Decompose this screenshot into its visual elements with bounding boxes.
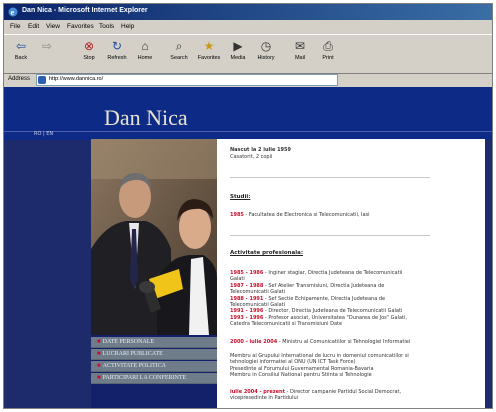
bullet-icon: ■ [97, 351, 101, 357]
current-text: - Director campanie Partidul Social Demo… [285, 389, 402, 395]
bullet-icon: ■ [97, 375, 101, 381]
address-value: http://www.dannica.ro/ [49, 76, 104, 82]
divider [230, 177, 430, 178]
mail-icon: ✉ [294, 39, 306, 53]
back-label: Back [14, 55, 28, 61]
job-years: 1993 - 1996 [230, 314, 264, 321]
current-entry-cont: vicepresedinte in Partidului [230, 395, 299, 402]
history-label: History [257, 55, 275, 61]
search-icon: ⌕ [175, 39, 183, 53]
studies-year: 1985 [230, 212, 244, 218]
address-bar: Address http://www.dannica.ro/ [4, 73, 492, 86]
site-menu: ■ DATE PERSONALE ■ LUCRARI PUBLICATE ■ ACTI… [91, 337, 217, 385]
address-input[interactable]: http://www.dannica.ro/ [36, 74, 338, 86]
membership-line: Membru in Consiliul National pentru Stii… [230, 372, 372, 379]
job-years: 1987 - 1988 [230, 282, 264, 289]
media-icon: ▶ [233, 39, 243, 53]
studies-heading: Studii: [230, 194, 251, 200]
print-icon: ⎙ [323, 39, 333, 53]
home-label: Home [137, 55, 153, 61]
professional-heading: Activitate profesionala: [230, 250, 304, 256]
mail-label: Mail [294, 55, 306, 61]
window-title: Dan Nica - Microsoft Internet Explorer [22, 7, 148, 14]
job-entry-cont: Catedra Telecomunicatii si Transmisiuni … [230, 321, 343, 328]
ministry-years: 2000 - iulie 2004 [230, 339, 278, 345]
menu-label: PARTICIPARI LA CONFERINTE [102, 375, 187, 381]
menu-activitate-politica[interactable]: ■ ACTIVITATE POLITICA [91, 361, 217, 372]
mail-button[interactable]: ✉ Mail [287, 38, 313, 70]
ministry-text: - Ministru al Comunicatiilor si Tehnolog… [277, 339, 411, 345]
bio-status: Casatorit, 2 copii [230, 154, 273, 160]
forward-icon: ⇨ [41, 39, 53, 53]
job-years: 1988 - 1991 [230, 295, 264, 302]
search-button[interactable]: ⌕ Search [166, 38, 192, 70]
language-switch[interactable]: RO | EN [34, 131, 53, 137]
search-label: Search [170, 55, 188, 61]
job-text: - Director, Directia Judeteana de Teleco… [263, 308, 403, 315]
bullet-icon: ■ [97, 339, 101, 345]
print-label: Print [322, 55, 334, 61]
home-icon: ⌂ [141, 39, 149, 53]
favorites-icon: ★ [203, 39, 215, 53]
menu-tools[interactable]: Tools [99, 23, 114, 30]
job-entry: 1985 - 1986 - Inginer stagiar, Directia … [230, 270, 402, 276]
menu-help[interactable]: Help [121, 23, 134, 30]
media-button[interactable]: ▶ Media [225, 38, 251, 70]
menu-view[interactable]: View [46, 23, 60, 30]
photo-illustration [91, 139, 217, 335]
address-label: Address [8, 76, 31, 82]
menu-date-personale[interactable]: ■ DATE PERSONALE [91, 337, 217, 348]
forward-button[interactable]: ⇨ [34, 38, 60, 70]
media-label: Media [230, 55, 246, 61]
history-icon: ◷ [260, 39, 272, 53]
portrait-photo [91, 139, 217, 335]
menu-label: ACTIVITATE POLITICA [102, 363, 166, 369]
ministry-entry: 2000 - iulie 2004 - Ministru al Comunica… [230, 339, 410, 345]
back-icon: ⇦ [15, 39, 27, 53]
menu-bar: File Edit View Favorites Tools Help [4, 21, 492, 33]
divider [230, 235, 430, 236]
menu-label: DATE PERSONALE [102, 339, 155, 345]
history-button[interactable]: ◷ History [253, 38, 279, 70]
toolbar: ⇦ Back ⇨ ⊗ Stop ↻ Refresh ⌂ Home ⌕ Searc… [4, 34, 492, 74]
menu-file[interactable]: File [10, 23, 20, 30]
job-text: - Sef Atelier Transmisiuni, Directia Jud… [263, 282, 385, 289]
refresh-button[interactable]: ↻ Refresh [104, 38, 130, 70]
title-bar: e Dan Nica - Microsoft Internet Explorer [4, 4, 492, 20]
job-text: - Profesor asociat, Universitatea "Dunar… [263, 314, 407, 321]
site-header [4, 87, 492, 131]
bio-born: Nascut la 2 iulie 1959 [230, 147, 291, 153]
page-viewport[interactable]: Dan Nica RO | EN ■ DATE PERSONALE ■ LUCR… [4, 87, 492, 408]
job-years: 1985 - 1986 [230, 270, 264, 276]
studies-entry: 1985 - Facultatea de Electronica si Tele… [230, 212, 370, 218]
menu-label: LUCRARI PUBLICATE [102, 351, 163, 357]
back-button[interactable]: ⇦ Back [8, 38, 34, 70]
menu-lucrari-publicate[interactable]: ■ LUCRARI PUBLICATE [91, 349, 217, 360]
site-name: Dan Nica [104, 105, 188, 130]
menu-participari-conferinte[interactable]: ■ PARTICIPARI LA CONFERINTE [91, 373, 217, 384]
stop-icon: ⊗ [83, 39, 95, 53]
job-text: - Sef Sectie Echipamente, Directia Judet… [263, 295, 386, 302]
current-years: iulie 2004 - prezent [230, 389, 285, 395]
stop-button[interactable]: ⊗ Stop [76, 38, 102, 70]
home-button[interactable]: ⌂ Home [132, 38, 158, 70]
ie-logo-icon: e [8, 7, 18, 17]
stop-label: Stop [83, 55, 95, 61]
svg-text:e: e [11, 8, 15, 17]
browser-window: e Dan Nica - Microsoft Internet Explorer… [3, 3, 493, 409]
favorites-button[interactable]: ★ Favorites [196, 38, 222, 70]
favorites-label: Favorites [197, 55, 221, 61]
print-button[interactable]: ⎙ Print [315, 38, 341, 70]
refresh-label: Refresh [107, 55, 127, 61]
bullet-icon: ■ [97, 363, 101, 369]
page-icon [38, 76, 46, 84]
job-text: - Inginer stagiar, Directia Judeteana de… [263, 270, 403, 276]
menu-favorites[interactable]: Favorites [67, 23, 94, 30]
menu-edit[interactable]: Edit [28, 23, 39, 30]
studies-text: - Facultatea de Electronica si Telecomun… [243, 212, 370, 218]
refresh-icon: ↻ [111, 39, 123, 53]
job-years: 1991 - 1996 [230, 308, 264, 315]
